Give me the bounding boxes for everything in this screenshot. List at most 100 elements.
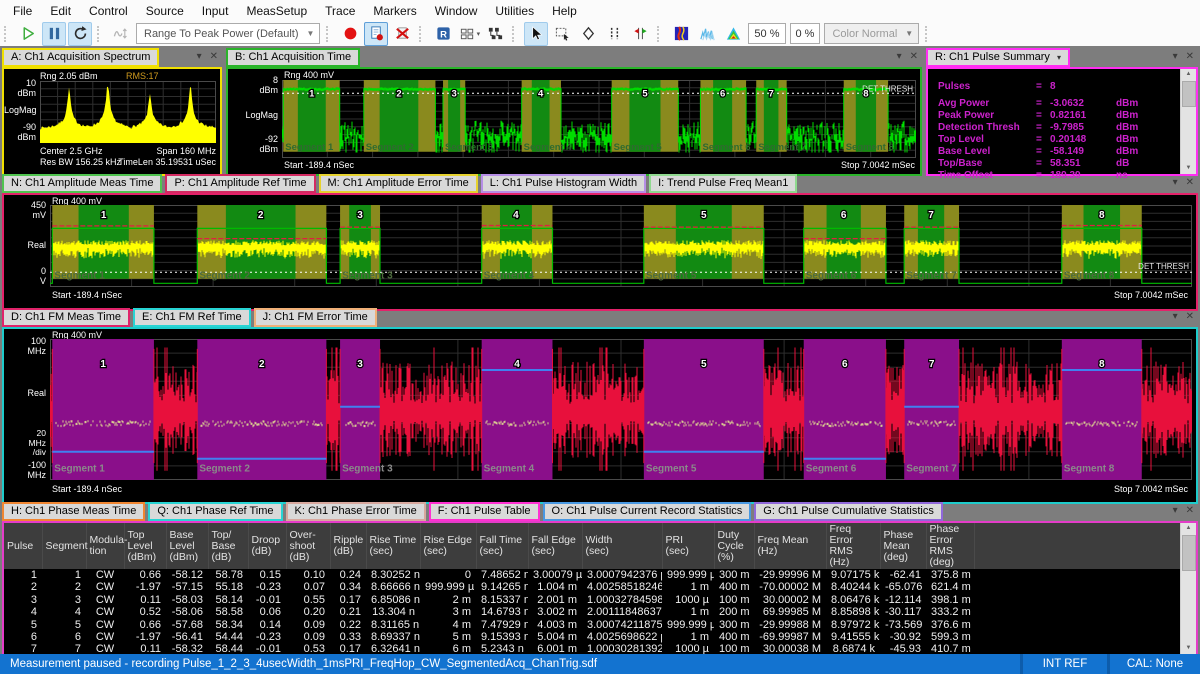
color-mode-dropdown[interactable]: Color Normal▼ bbox=[824, 23, 919, 44]
table-scrollbar[interactable]: ▲ ▼ bbox=[1180, 523, 1196, 654]
phase-tab-4[interactable]: F: Ch1 Pulse Table bbox=[429, 502, 540, 521]
tab-acquisition-time[interactable]: B: Ch1 Acquisition Time bbox=[226, 48, 360, 67]
tab-acquisition-spectrum[interactable]: A: Ch1 Acquisition Spectrum bbox=[2, 48, 159, 67]
scroll-thumb[interactable] bbox=[1182, 81, 1196, 107]
collapse-panel-icon[interactable]: ▾ bbox=[1169, 502, 1182, 519]
zoom-a-box[interactable]: 50 % bbox=[748, 23, 785, 44]
toolbar-grip[interactable] bbox=[4, 26, 11, 42]
column-header[interactable]: Rise Time (sec) bbox=[366, 523, 420, 569]
phase-tab-2[interactable]: Q: Ch1 Phase Ref Time bbox=[148, 502, 282, 521]
column-header[interactable]: Droop (dB) bbox=[248, 523, 286, 569]
calibration-status[interactable]: CAL: None bbox=[1110, 654, 1200, 674]
play-button[interactable] bbox=[16, 22, 40, 46]
autorange-button[interactable] bbox=[109, 22, 133, 46]
density-button[interactable] bbox=[721, 22, 745, 46]
menu-edit[interactable]: Edit bbox=[41, 4, 80, 18]
column-header[interactable]: Ripple (dB) bbox=[330, 523, 366, 569]
menu-file[interactable]: File bbox=[4, 4, 41, 18]
digital-bits-button[interactable] bbox=[483, 22, 507, 46]
column-header[interactable]: Top/ Base (dB) bbox=[208, 523, 248, 569]
column-header[interactable]: Base Level (dBm) bbox=[166, 523, 208, 569]
tab-pulse-summary[interactable]: R: Ch1 Pulse Summary▾ bbox=[926, 48, 1070, 67]
scroll-thumb[interactable] bbox=[1182, 535, 1196, 571]
close-panel-icon[interactable]: ✕ bbox=[1182, 502, 1198, 519]
amplitude-tab-2[interactable]: P: Ch1 Amplitude Ref Time bbox=[165, 174, 315, 193]
table-row[interactable]: 77CW0.11-58.3258.44-0.010.530.176.32641 … bbox=[4, 643, 1181, 654]
record-button[interactable] bbox=[338, 22, 362, 46]
waterfall-button[interactable] bbox=[695, 22, 719, 46]
amplitude-tab-5[interactable]: I: Trend Pulse Freq Mean1 bbox=[649, 174, 797, 193]
reference-status[interactable]: INT REF bbox=[1023, 654, 1107, 674]
zoom-rect-button[interactable] bbox=[550, 22, 574, 46]
close-panel-icon[interactable]: ✕ bbox=[1182, 308, 1198, 325]
spectrum-plot[interactable] bbox=[40, 81, 216, 143]
toolbar-grip[interactable] bbox=[419, 26, 426, 42]
column-header[interactable]: Phase Mean (deg) bbox=[880, 523, 926, 569]
table-row[interactable]: 44CW0.52-58.0658.580.060.200.2113.304 n3… bbox=[4, 606, 1181, 618]
close-panel-icon[interactable]: ✕ bbox=[906, 48, 922, 65]
close-panel-icon[interactable]: ✕ bbox=[1182, 174, 1198, 191]
fm-plot[interactable]: 1Segment 12Segment 23Segment 34Segment 4… bbox=[50, 339, 1192, 480]
marker-diamond-button[interactable] bbox=[576, 22, 600, 46]
menu-control[interactable]: Control bbox=[80, 4, 137, 18]
column-header[interactable]: Segment bbox=[42, 523, 86, 569]
phase-tab-1[interactable]: H: Ch1 Phase Meas Time bbox=[2, 502, 145, 521]
amplitude-tab-4[interactable]: L: Ch1 Pulse Histogram Width bbox=[481, 174, 646, 193]
scroll-down-icon[interactable]: ▼ bbox=[1181, 163, 1196, 174]
menu-input[interactable]: Input bbox=[193, 4, 238, 18]
column-header[interactable]: Phase Error RMS (deg) bbox=[926, 523, 974, 569]
column-header[interactable]: Modula- tion bbox=[86, 523, 124, 569]
close-panel-icon[interactable]: ✕ bbox=[206, 48, 222, 65]
column-header[interactable]: Width (sec) bbox=[582, 523, 662, 569]
collapse-panel-icon[interactable]: ▾ bbox=[193, 48, 206, 65]
toolbar-grip[interactable] bbox=[326, 26, 333, 42]
table-row[interactable]: 22CW-1.97-57.1555.18-0.230.070.348.66666… bbox=[4, 581, 1181, 593]
toolbar-grip[interactable] bbox=[97, 26, 104, 42]
scroll-down-icon[interactable]: ▼ bbox=[1181, 643, 1196, 654]
spectrogram-button[interactable] bbox=[669, 22, 693, 46]
flag-markers-button[interactable] bbox=[628, 22, 652, 46]
cursor-button[interactable] bbox=[524, 22, 548, 46]
column-header[interactable] bbox=[974, 523, 1181, 569]
menu-source[interactable]: Source bbox=[137, 4, 193, 18]
phase-tab-6[interactable]: G: Ch1 Pulse Cumulative Statistics bbox=[754, 502, 943, 521]
column-header[interactable]: Top Level (dBm) bbox=[124, 523, 166, 569]
column-header[interactable]: Freq Error RMS (Hz) bbox=[826, 523, 880, 569]
collapse-panel-icon[interactable]: ▾ bbox=[1169, 174, 1182, 191]
discard-record-button[interactable] bbox=[390, 22, 414, 46]
zoom-b-box[interactable]: 0 % bbox=[790, 23, 821, 44]
menu-help[interactable]: Help bbox=[543, 4, 586, 18]
layout-grid-button[interactable]: ▾ bbox=[457, 22, 481, 46]
tab-menu-caret-icon[interactable]: ▾ bbox=[1057, 53, 1061, 62]
toolbar-grip[interactable] bbox=[657, 26, 664, 42]
fm-tab-1[interactable]: D: Ch1 FM Meas Time bbox=[2, 308, 130, 327]
close-panel-icon[interactable]: ✕ bbox=[1182, 48, 1198, 65]
collapse-panel-icon[interactable]: ▾ bbox=[1169, 48, 1182, 65]
phase-tab-3[interactable]: K: Ch1 Phase Error Time bbox=[286, 502, 426, 521]
column-header[interactable]: Pulse bbox=[4, 523, 42, 569]
amplitude-tab-1[interactable]: N: Ch1 Amplitude Meas Time bbox=[2, 174, 162, 193]
column-header[interactable]: Fall Edge (sec) bbox=[528, 523, 582, 569]
menu-utilities[interactable]: Utilities bbox=[486, 4, 543, 18]
menu-markers[interactable]: Markers bbox=[364, 4, 425, 18]
column-header[interactable]: Rise Edge (sec) bbox=[420, 523, 476, 569]
column-header[interactable]: Fall Time (sec) bbox=[476, 523, 528, 569]
table-row[interactable]: 11CW0.66-58.1258.780.150.100.248.30252 n… bbox=[4, 569, 1181, 581]
menu-window[interactable]: Window bbox=[426, 4, 487, 18]
fm-tab-2[interactable]: E: Ch1 FM Ref Time bbox=[133, 308, 251, 327]
column-header[interactable]: Freq Mean (Hz) bbox=[754, 523, 826, 569]
table-row[interactable]: 66CW-1.97-56.4154.44-0.230.090.338.69337… bbox=[4, 631, 1181, 643]
column-header[interactable]: Duty Cycle (%) bbox=[714, 523, 754, 569]
menu-meassetup[interactable]: MeasSetup bbox=[237, 4, 316, 18]
loop-button[interactable] bbox=[68, 22, 92, 46]
amplitude-tab-3[interactable]: M: Ch1 Amplitude Error Time bbox=[319, 174, 478, 193]
column-header[interactable]: Over- shoot (dB) bbox=[286, 523, 330, 569]
summary-scrollbar[interactable]: ▲ ▼ bbox=[1180, 69, 1196, 174]
scroll-up-icon[interactable]: ▲ bbox=[1181, 69, 1196, 80]
fm-tab-3[interactable]: J: Ch1 FM Error Time bbox=[254, 308, 377, 327]
pause-button[interactable] bbox=[42, 22, 66, 46]
scroll-up-icon[interactable]: ▲ bbox=[1181, 523, 1196, 534]
acquisition-time-plot[interactable]: DET THRESH1Segment 12Segment 23Segment 3… bbox=[282, 80, 916, 158]
record-file-button[interactable] bbox=[364, 22, 388, 46]
range-dropdown-dropdown[interactable]: Range To Peak Power (Default)▼ bbox=[136, 23, 320, 44]
